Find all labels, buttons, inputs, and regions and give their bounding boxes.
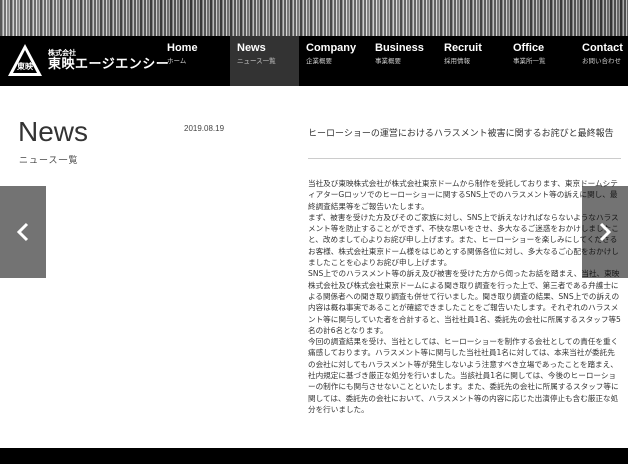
nav-label: Office — [513, 42, 545, 54]
nav-label: Home — [167, 42, 198, 54]
nav-company[interactable]: Company 企業概要 — [299, 36, 368, 86]
nav-label: Recruit — [444, 42, 482, 54]
nav-label: Contact — [582, 42, 623, 54]
nav-sublabel: お問い合わせ — [582, 57, 621, 65]
nav-home[interactable]: Home ホーム — [160, 36, 230, 86]
nav-label: News — [237, 42, 266, 54]
logo-mark-text: 東映 — [17, 61, 34, 71]
chevron-right-icon — [599, 222, 612, 242]
logo-company-name: 東映エージエンシー — [48, 57, 170, 72]
nav-sublabel: 企業概要 — [306, 57, 332, 65]
nav-sublabel: ニュース一覧 — [237, 57, 276, 65]
prev-article-button[interactable] — [0, 186, 46, 278]
article-paragraph: SNS上でのハラスメント等の訴え及び被害を受けた方から伺ったお話を踏まえ、当社、… — [308, 269, 621, 335]
next-article-button[interactable] — [582, 186, 628, 278]
page-title: News — [18, 116, 89, 147]
chevron-left-icon — [16, 222, 29, 242]
nav-recruit[interactable]: Recruit 採用情報 — [437, 36, 506, 86]
article-paragraph: 今回の調査結果を受け、当社としては、ヒーローショーを制作する会社としての責任を重… — [308, 337, 619, 414]
nav-contact[interactable]: Contact お問い合わせ — [575, 36, 628, 86]
nav-office[interactable]: Office 事業所一覧 — [506, 36, 575, 86]
logo-company-type: 株式会社 — [48, 49, 76, 57]
title-divider — [308, 158, 621, 159]
bottom-bar — [0, 448, 628, 464]
article-date: 2019.08.19 — [184, 124, 225, 133]
page-subtitle: ニュース一覧 — [19, 156, 79, 166]
site-logo[interactable]: 東映 株式会社 東映エージエンシー — [6, 41, 169, 81]
nav-sublabel: 採用情報 — [444, 57, 470, 65]
nav-sublabel: ホーム — [167, 57, 187, 65]
article-body: 当社及び東映株式会社が株式会社東京ドームから制作を受託しております、東京ドームシ… — [308, 178, 622, 415]
article-title: ヒーローショーの運営におけるハラスメント被害に関するお詫びと最終報告 — [308, 129, 614, 139]
nav-label: Business — [375, 42, 424, 54]
logo-mark-icon: 東映 — [6, 42, 44, 80]
nav-news[interactable]: News ニュース一覧 — [230, 36, 299, 86]
article-paragraph: まず、被害を受けた方及びそのご家族に対し、SNS上で訴えなければならないようなハ… — [308, 212, 619, 268]
nav-business[interactable]: Business 事業概要 — [368, 36, 437, 86]
decorative-banner-strip — [0, 0, 628, 36]
nav-sublabel: 事業所一覧 — [513, 57, 546, 65]
nav-label: Company — [306, 42, 357, 54]
nav-sublabel: 事業概要 — [375, 57, 401, 65]
article-paragraph: 当社及び東映株式会社が株式会社東京ドームから制作を受託しております、東京ドームシ… — [308, 179, 618, 211]
global-navigation: 東映 株式会社 東映エージエンシー Home ホーム News ニュース一覧 C… — [0, 36, 628, 86]
